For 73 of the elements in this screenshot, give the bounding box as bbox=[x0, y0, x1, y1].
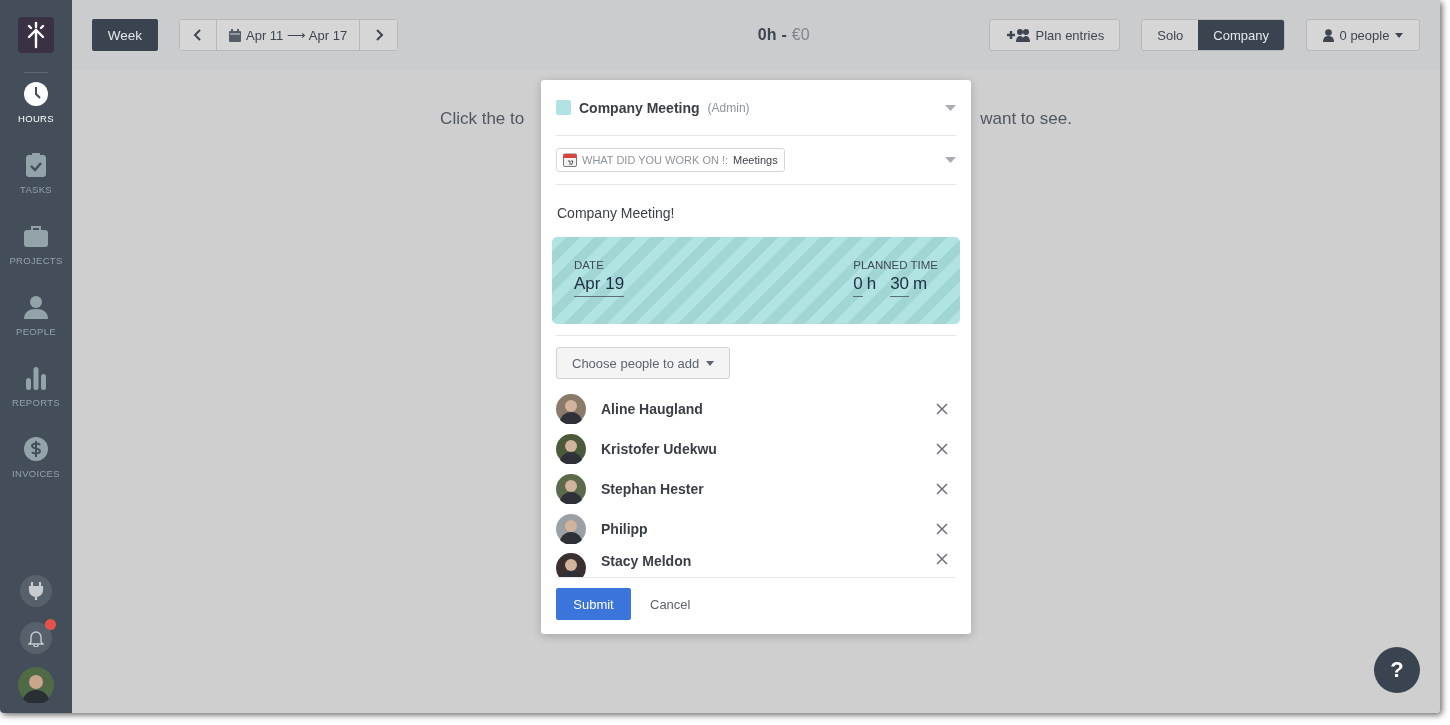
avatar[interactable] bbox=[18, 667, 54, 703]
person-name: Kristofer Udekwu bbox=[601, 441, 717, 457]
dollar-icon bbox=[23, 436, 49, 462]
mode-tab[interactable]: Solo bbox=[1142, 20, 1199, 50]
task-select[interactable]: WHAT DID YOU WORK ON !: Meetings bbox=[556, 136, 956, 184]
plug-icon bbox=[28, 581, 44, 601]
client-name: (Admin) bbox=[707, 100, 750, 115]
close-icon bbox=[936, 443, 948, 455]
minutes-field[interactable]: 30 bbox=[890, 274, 910, 297]
nav-item[interactable]: HOURS bbox=[0, 81, 72, 152]
week-button[interactable]: Week bbox=[92, 19, 158, 51]
choose-people-dropdown[interactable]: Choose people to add bbox=[556, 347, 731, 379]
person-name: Stephan Hester bbox=[601, 481, 704, 497]
bell-icon bbox=[28, 629, 44, 647]
person-name: Philipp bbox=[601, 521, 648, 537]
caret-icon bbox=[706, 360, 715, 366]
caret-icon bbox=[945, 157, 956, 163]
clock-icon bbox=[23, 81, 49, 107]
hours-unit: h bbox=[866, 274, 877, 295]
plan-entries-button[interactable]: Plan entries bbox=[989, 19, 1121, 51]
avatar bbox=[556, 434, 586, 464]
person-icon bbox=[1322, 28, 1334, 42]
avatar bbox=[556, 514, 586, 544]
bar-chart-icon bbox=[23, 365, 49, 391]
minutes-unit: m bbox=[913, 274, 928, 295]
task-label: WHAT DID YOU WORK ON !: bbox=[582, 154, 729, 166]
previous-button[interactable] bbox=[180, 20, 217, 50]
hours-field[interactable]: 0 bbox=[853, 274, 863, 297]
person-icon bbox=[23, 294, 49, 320]
chevron-left-icon bbox=[193, 28, 203, 42]
mode-tab[interactable]: Company bbox=[1198, 20, 1284, 50]
people-filter-dropdown[interactable]: 0 people bbox=[1306, 19, 1420, 51]
remove-button[interactable] bbox=[936, 483, 948, 495]
remove-button[interactable] bbox=[936, 443, 948, 455]
project-name: Company Meeting bbox=[579, 99, 700, 116]
avatar bbox=[556, 553, 586, 577]
task-value: Meetings bbox=[733, 154, 778, 166]
plug-button[interactable] bbox=[20, 575, 52, 607]
total-amount: €0 bbox=[791, 26, 810, 44]
remove-button[interactable] bbox=[936, 403, 948, 415]
clipboard-check-icon bbox=[23, 152, 49, 178]
date-field[interactable]: Apr 19 bbox=[574, 274, 625, 297]
caret-icon bbox=[1395, 32, 1404, 38]
chevron-right-icon bbox=[373, 28, 384, 42]
hint-text: want to see. bbox=[980, 109, 1072, 129]
total-separator: - bbox=[781, 26, 787, 44]
project-select[interactable]: Company Meeting (Admin) bbox=[556, 80, 956, 135]
hint-text: Click the to bbox=[440, 109, 525, 129]
date-range-button[interactable]: Apr 11 ⟶ Apr 17 bbox=[217, 20, 361, 50]
person-name: Aline Haugland bbox=[601, 401, 703, 417]
date-label: DATE bbox=[574, 259, 605, 271]
avatar bbox=[556, 474, 586, 504]
close-icon bbox=[936, 483, 948, 495]
remove-button[interactable] bbox=[936, 553, 948, 565]
submit-button[interactable]: Submit bbox=[556, 588, 631, 620]
close-icon bbox=[936, 553, 948, 565]
calendar-icon bbox=[229, 28, 241, 42]
briefcase-icon bbox=[23, 223, 49, 249]
person-name: Stacy Meldon bbox=[601, 553, 692, 569]
cancel-button[interactable]: Cancel bbox=[650, 596, 691, 612]
logo-icon[interactable] bbox=[18, 17, 54, 53]
description-field[interactable]: Company Meeting! bbox=[556, 185, 956, 237]
caret-icon bbox=[945, 104, 956, 111]
next-button[interactable] bbox=[360, 20, 398, 50]
close-icon bbox=[936, 403, 948, 415]
add-people-icon bbox=[1005, 28, 1030, 42]
avatar bbox=[556, 394, 586, 424]
calendar-icon bbox=[563, 153, 577, 167]
remove-button[interactable] bbox=[936, 523, 948, 535]
planned-time-label: PLANNED TIME bbox=[853, 259, 938, 271]
total-hours: 0h bbox=[757, 26, 777, 44]
help-button[interactable]: ? bbox=[1374, 647, 1420, 693]
close-icon bbox=[936, 523, 948, 535]
